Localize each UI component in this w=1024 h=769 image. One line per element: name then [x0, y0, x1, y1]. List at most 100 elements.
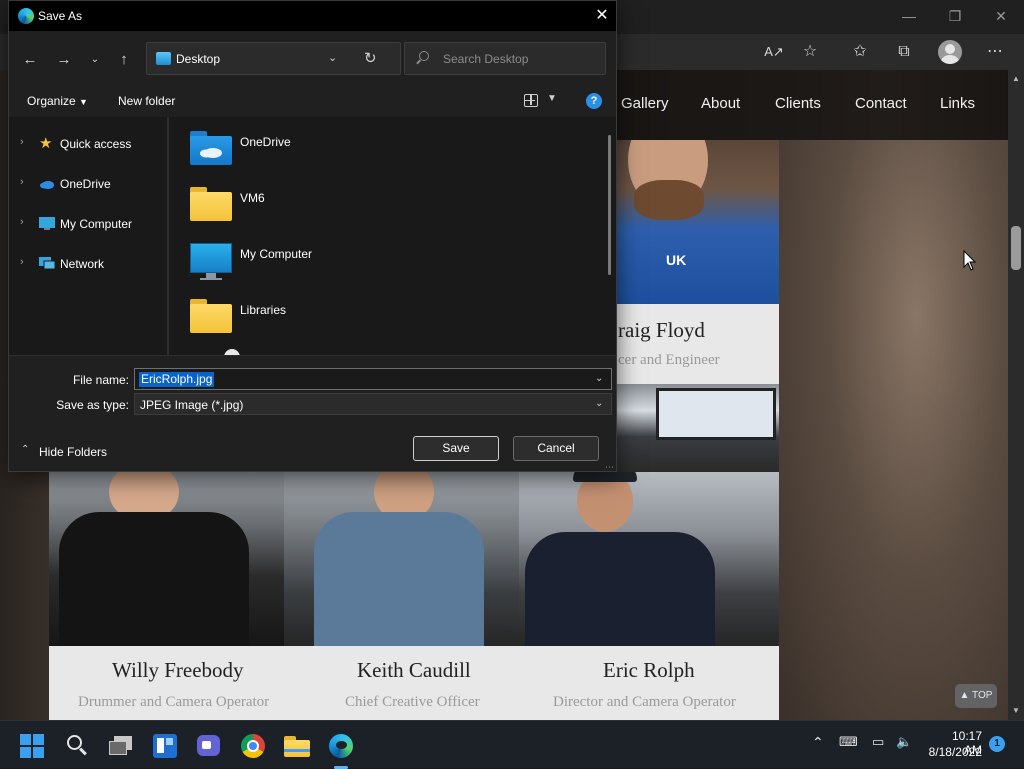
clock-date[interactable]: 8/18/2022 [916, 745, 982, 759]
add-favorite-icon[interactable]: ☆ [798, 40, 822, 64]
file-list: OneDrive VM6 My Computer Libraries [169, 117, 616, 355]
chevron-down-icon[interactable]: ⌄ [595, 398, 603, 409]
file-item-label: My Computer [240, 247, 313, 261]
refresh-icon[interactable]: ↻ [364, 49, 377, 67]
studio-photo [608, 384, 779, 472]
person-role: Chief Creative Officer [345, 694, 480, 710]
display-icon[interactable]: ▭ [872, 734, 884, 750]
scroll-thumb[interactable] [1011, 226, 1021, 270]
chevron-down-icon[interactable]: ⌄ [328, 51, 337, 64]
team-photo [519, 472, 779, 646]
star-icon: ★ [39, 135, 53, 152]
notification-badge[interactable]: 1 [989, 736, 1005, 752]
nav-links[interactable]: Links [940, 95, 975, 112]
tree-item-onedrive[interactable]: › OneDrive [9, 171, 167, 197]
keyboard-icon[interactable]: ⌨ [839, 734, 858, 750]
collections-icon[interactable]: ⧉ [892, 40, 916, 64]
folder-icon [190, 299, 232, 333]
chrome-icon[interactable] [240, 733, 266, 759]
file-item-label: Libraries [240, 303, 287, 317]
scroll-down-icon[interactable]: ▼ [1008, 704, 1024, 718]
more-icon[interactable]: ⋯ [983, 40, 1007, 64]
file-item-onedrive[interactable]: OneDrive [187, 127, 487, 175]
profile-avatar[interactable] [938, 40, 962, 64]
search-input[interactable] [443, 50, 593, 68]
edge-icon [18, 8, 34, 24]
show-hidden-icons-chevron-icon[interactable]: ⌃ [812, 734, 824, 751]
forward-arrow-icon[interactable]: → [53, 49, 75, 71]
view-options-icon[interactable] [524, 94, 538, 107]
tree-item-label: My Computer [60, 217, 133, 231]
team-photo [49, 472, 284, 646]
file-name-label: File name: [72, 373, 129, 387]
file-item-label: VM6 [240, 191, 265, 205]
favorites-icon[interactable]: ✩ [848, 40, 872, 64]
file-item-my-computer[interactable]: My Computer [187, 239, 487, 287]
back-arrow-icon[interactable]: ← [19, 49, 41, 71]
teams-chat-icon[interactable] [196, 733, 222, 759]
shirt-logo: UK [666, 252, 687, 268]
file-item-libraries[interactable]: Libraries [187, 295, 487, 343]
file-name-field[interactable]: EricRolph.jpg ⌄ [134, 368, 612, 390]
person-role: Drummer and Camera Operator [78, 694, 270, 710]
page-scrollbar[interactable] [1008, 70, 1024, 720]
nav-contact[interactable]: Contact [855, 95, 907, 112]
tree-item-quick-access[interactable]: › ★ Quick access [9, 131, 167, 157]
recent-locations-chevron-icon[interactable]: ⌄ [84, 49, 106, 71]
nav-gallery[interactable]: Gallery [621, 95, 669, 112]
save-as-type-value: JPEG Image (*.jpg) [140, 398, 244, 412]
scroll-up-icon[interactable]: ▲ [1008, 72, 1024, 86]
cloud-icon [39, 177, 55, 191]
nav-about[interactable]: About [701, 95, 740, 112]
monitor-screen [656, 388, 776, 440]
team-captions: Willy Freebody Drummer and Camera Operat… [49, 646, 779, 720]
chevron-right-icon[interactable]: › [20, 256, 24, 268]
chevron-down-icon[interactable]: ▼ [547, 93, 557, 104]
new-folder-button[interactable]: New folder [118, 94, 175, 108]
back-to-top-label: TOP [972, 690, 993, 701]
task-view-icon[interactable] [108, 733, 134, 759]
restore-icon[interactable]: ❐ [943, 6, 967, 26]
monitor-icon [190, 243, 232, 280]
up-arrow-icon[interactable]: ↑ [113, 49, 135, 71]
save-button[interactable]: Save [413, 436, 499, 461]
monitor-icon [39, 217, 55, 231]
edge-icon[interactable] [328, 733, 354, 759]
volume-icon[interactable]: 🔈 [896, 734, 912, 750]
start-icon[interactable] [20, 733, 46, 759]
tree-item-label: OneDrive [60, 177, 111, 191]
search-icon[interactable] [64, 733, 90, 759]
file-explorer-icon[interactable] [284, 733, 310, 759]
chevron-down-icon: ▼ [79, 97, 88, 107]
close-icon[interactable]: ✕ [989, 6, 1013, 26]
tree-item-my-computer[interactable]: › My Computer [9, 211, 167, 237]
tree-item-network[interactable]: › Network [9, 251, 167, 277]
team-photo: UK [608, 140, 779, 304]
back-to-top-button[interactable]: ▲ TOP [955, 684, 997, 708]
tree-item-label: Quick access [60, 137, 132, 151]
chevron-right-icon[interactable]: › [20, 216, 24, 228]
person-role: Director and Camera Operator [553, 694, 736, 710]
team-photo [284, 472, 519, 646]
resize-grip-icon[interactable]: ⋯ [605, 462, 614, 473]
help-icon[interactable]: ? [586, 93, 602, 109]
file-name-value[interactable]: EricRolph.jpg [139, 372, 215, 387]
save-as-type-select[interactable]: JPEG Image (*.jpg) ⌄ [134, 393, 612, 415]
widgets-icon[interactable] [152, 733, 178, 759]
chevron-down-icon[interactable]: ⌄ [595, 373, 603, 384]
nav-clients[interactable]: Clients [775, 95, 821, 112]
chevron-right-icon[interactable]: › [20, 136, 24, 148]
file-list-scrollbar[interactable] [608, 135, 611, 275]
read-aloud-icon[interactable]: A↗ [762, 40, 786, 64]
file-item-vm6[interactable]: VM6 [187, 183, 487, 231]
search-box[interactable] [404, 42, 606, 75]
background-photo [779, 140, 1008, 720]
navigation-pane: › ★ Quick access › OneDrive › My Compute… [9, 117, 167, 355]
organize-button[interactable]: Organize ▼ [27, 94, 88, 108]
chevron-right-icon[interactable]: › [20, 176, 24, 188]
address-bar[interactable]: Desktop ⌄ ↻ [146, 42, 401, 75]
close-icon[interactable]: ✕ [592, 6, 612, 26]
cancel-button[interactable]: Cancel [513, 436, 599, 461]
minimize-icon[interactable]: — [897, 6, 921, 26]
dialog-titlebar[interactable]: Save As ✕ [9, 1, 616, 31]
